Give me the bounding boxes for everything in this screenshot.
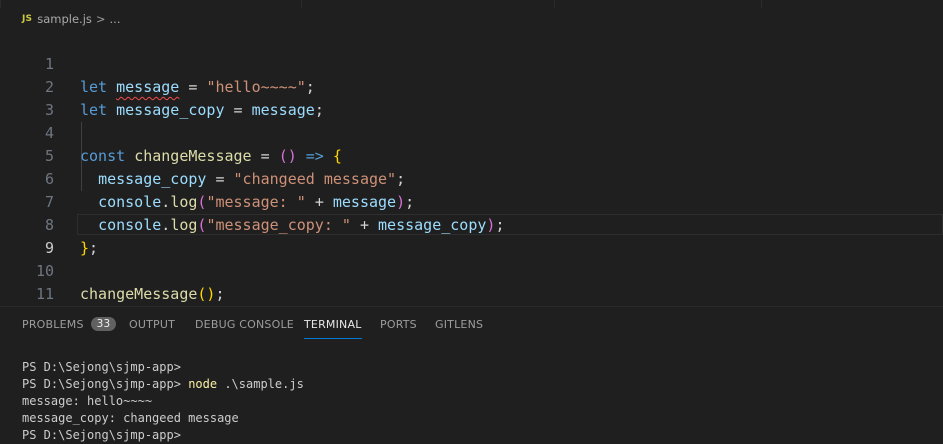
code-line: 3 — [0, 76, 943, 119]
editor-tab-strip — [0, 0, 943, 8]
breadcrumb-file[interactable]: sample.js — [37, 12, 92, 26]
chevron-right-icon: > — [95, 12, 106, 26]
breadcrumb-more[interactable]: ... — [110, 12, 121, 26]
terminal-output[interactable]: PS D:\Sejong\sjmp-app> PS D:\Sejong\sjmp… — [22, 359, 922, 444]
terminal-line: PS D:\Sejong\sjmp-app> — [22, 428, 181, 442]
problems-count-badge: 33 — [90, 317, 117, 331]
code-line: 9 — [0, 214, 943, 257]
code-line: 7 console.log("message_copy: " + message… — [0, 168, 943, 234]
code-line: 2 let message_copy = message; — [0, 53, 943, 119]
tab-gitlens[interactable]: GITLENS — [435, 318, 483, 338]
code-line: 5 message_copy = "changeed message"; — [0, 122, 943, 188]
code-line: 4 const changeMessage = () => { — [0, 99, 943, 165]
tab-output[interactable]: OUTPUT — [129, 318, 175, 338]
code-line: 8 }; — [0, 191, 943, 257]
terminal-line: PS D:\Sejong\sjmp-app> — [22, 360, 181, 374]
javascript-file-icon: JS — [22, 14, 33, 24]
terminal-command: node — [188, 377, 218, 391]
line-number: 11 — [35, 285, 54, 303]
terminal-line: PS D:\Sejong\sjmp-app> node .\sample.js — [22, 376, 922, 393]
code-line: 1 let message = "hello~~~~"; — [0, 30, 943, 96]
panel-tabs: PROBLEMS 33 OUTPUT DEBUG CONSOLE TERMINAL… — [0, 307, 943, 343]
terminal-prompt: PS D:\Sejong\sjmp-app> — [22, 377, 181, 391]
terminal-line: message_copy: changeed message — [22, 411, 239, 425]
terminal-command-arg: .\sample.js — [217, 377, 304, 391]
tab-problems[interactable]: PROBLEMS 33 — [22, 317, 117, 338]
terminal-line: message: hello~~~~ — [22, 394, 153, 408]
tab-debug-console[interactable]: DEBUG CONSOLE — [195, 318, 294, 338]
tab-terminal[interactable]: TERMINAL — [304, 318, 362, 339]
code-line: 10 changeMessage(); — [0, 237, 943, 303]
code-line: 11 — [0, 260, 943, 303]
tab-label: PROBLEMS — [22, 318, 84, 331]
tab-ports[interactable]: PORTS — [380, 318, 417, 338]
code-editor[interactable]: 1 let message = "hello~~~~"; 2 let messa… — [0, 30, 943, 306]
code-line: 6 console.log("message: " + message); — [0, 145, 943, 211]
breadcrumb: JS sample.js > ... — [0, 8, 943, 30]
